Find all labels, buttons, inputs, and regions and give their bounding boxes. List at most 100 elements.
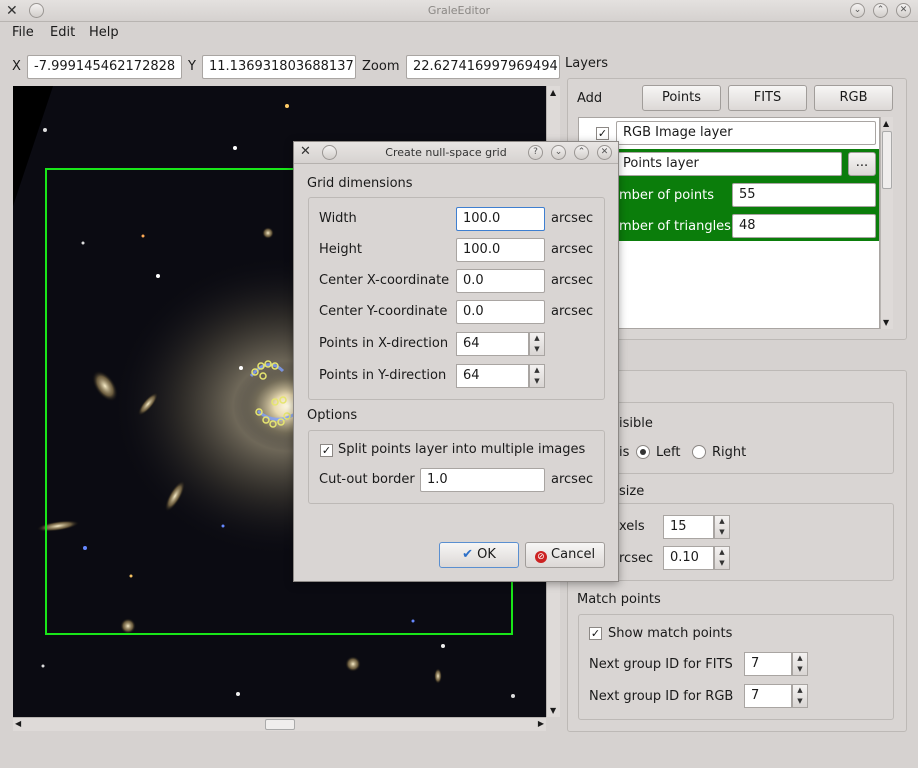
rgb-layer-visible-checkbox[interactable]: ✓	[596, 127, 609, 140]
next-group-rgb-label: Next group ID for RGB	[589, 689, 734, 704]
dialog-close-button[interactable]: ✕	[597, 145, 612, 160]
points-x-spin-arrows[interactable]: ▲ ▼	[529, 332, 545, 356]
points-y-value[interactable]: 64	[456, 364, 529, 388]
x-label: X	[12, 59, 21, 74]
ok-check-icon: ✔	[462, 547, 473, 562]
star	[285, 104, 289, 108]
points-y-spinbox[interactable]: 64 ▲ ▼	[456, 364, 545, 388]
x-coordinate-field[interactable]: -7.999145462172828	[27, 55, 182, 79]
star	[129, 574, 133, 578]
ok-button-label: OK	[477, 547, 496, 562]
image-horizontal-scrollbar[interactable]: ◀ ▶	[13, 717, 546, 731]
points-x-spinbox[interactable]: 64 ▲ ▼	[456, 332, 545, 356]
next-group-rgb-spinbox[interactable]: 7 ▲ ▼	[744, 684, 808, 708]
height-unit: arcsec	[551, 242, 594, 257]
galaxy	[434, 668, 442, 684]
height-label: Height	[319, 242, 362, 257]
add-points-button[interactable]: Points	[642, 85, 721, 111]
match-points-title: Match points	[577, 592, 661, 607]
arcsec-size-spinbox[interactable]: 0.10 ▲ ▼	[663, 546, 730, 570]
pixels-spin-arrows[interactable]: ▲ ▼	[714, 515, 730, 539]
right-radio[interactable]	[692, 445, 706, 459]
horizontal-scroll-thumb[interactable]	[265, 719, 295, 730]
add-rgb-button[interactable]: RGB	[814, 85, 893, 111]
points-x-value[interactable]: 64	[456, 332, 529, 356]
arcsec-size-value[interactable]: 0.10	[663, 546, 714, 570]
layers-scroll-down-arrow[interactable]: ▼	[883, 318, 889, 327]
maximize-button[interactable]: ⌃	[873, 3, 888, 18]
layers-scroll-thumb[interactable]	[882, 131, 892, 189]
dialog-minimize-button[interactable]: ⌄	[551, 145, 566, 160]
next-group-fits-value[interactable]: 7	[744, 652, 792, 676]
zoom-field[interactable]: 22.627416997969494	[406, 55, 560, 79]
num-triangles-field: 48	[732, 214, 876, 238]
width-label: Width	[319, 211, 357, 226]
left-radio[interactable]	[636, 445, 650, 459]
pixels-spinbox[interactable]: 15 ▲ ▼	[663, 515, 730, 539]
dialog-help-button[interactable]: ?	[528, 145, 543, 160]
star	[83, 546, 87, 550]
pixels-label: xels	[619, 519, 645, 534]
star	[43, 128, 47, 132]
center-y-label: Center Y-coordinate	[319, 304, 448, 319]
pixels-value[interactable]: 15	[663, 515, 714, 539]
scroll-left-arrow[interactable]: ◀	[15, 719, 21, 728]
num-points-label: mber of points	[619, 188, 714, 203]
star	[441, 644, 445, 648]
cancel-button[interactable]: ⊘ Cancel	[525, 542, 605, 568]
star	[221, 524, 225, 528]
show-match-points-label: Show match points	[608, 626, 733, 641]
show-match-points-checkbox[interactable]: ✓	[589, 627, 602, 640]
scroll-right-arrow[interactable]: ▶	[538, 719, 544, 728]
add-fits-button[interactable]: FITS	[728, 85, 807, 111]
points-layer-browse-button[interactable]: ...	[848, 152, 876, 176]
dialog-maximize-button[interactable]: ⌃	[574, 145, 589, 160]
width-unit: arcsec	[551, 211, 594, 226]
points-y-spin-arrows[interactable]: ▲ ▼	[529, 364, 545, 388]
visible-group	[578, 402, 894, 474]
center-y-unit: arcsec	[551, 304, 594, 319]
layers-scroll-up-arrow[interactable]: ▲	[883, 119, 889, 128]
cutout-border-label: Cut-out border	[319, 472, 415, 487]
scroll-down-arrow[interactable]: ▼	[550, 706, 556, 715]
center-y-input[interactable]: 0.0	[456, 300, 545, 324]
close-button[interactable]: ✕	[896, 3, 911, 18]
layers-list-scrollbar[interactable]: ▲ ▼	[880, 117, 893, 329]
next-group-fits-spinbox[interactable]: 7 ▲ ▼	[744, 652, 808, 676]
width-input[interactable]: 100.0	[456, 207, 545, 231]
next-fits-spin-arrows[interactable]: ▲ ▼	[792, 652, 808, 676]
rgb-layer-name-field[interactable]: RGB Image layer	[616, 121, 876, 145]
num-triangles-label: mber of triangles	[619, 219, 731, 234]
star	[81, 241, 85, 245]
galaxy	[262, 227, 274, 239]
num-points-field: 55	[732, 183, 876, 207]
menu-file[interactable]: File	[12, 25, 34, 40]
dialog-app-x-icon[interactable]: ✕	[300, 144, 311, 159]
points-layer-name-field[interactable]: Points layer	[616, 152, 842, 176]
window-titlebar: ✕ GraleEditor ⌄ ⌃ ✕	[0, 0, 918, 22]
menu-edit[interactable]: Edit	[50, 25, 75, 40]
split-points-checkbox[interactable]: ✓	[320, 444, 333, 457]
arcsec-spin-arrows[interactable]: ▲ ▼	[714, 546, 730, 570]
minimize-button[interactable]: ⌄	[850, 3, 865, 18]
star	[41, 664, 45, 668]
cutout-border-input[interactable]: 1.0	[420, 468, 545, 492]
add-label: Add	[577, 91, 603, 106]
menubar: File Edit Help	[0, 22, 918, 44]
ok-button[interactable]: ✔ OK	[439, 542, 519, 568]
center-x-input[interactable]: 0.0	[456, 269, 545, 293]
layers-header: Layers	[565, 56, 609, 71]
center-x-label: Center X-coordinate	[319, 273, 450, 288]
y-label: Y	[188, 59, 196, 74]
y-coordinate-field[interactable]: 11.136931803688137	[202, 55, 356, 79]
star	[156, 274, 160, 278]
menu-help[interactable]: Help	[89, 25, 119, 40]
next-rgb-spin-arrows[interactable]: ▲ ▼	[792, 684, 808, 708]
height-input[interactable]: 100.0	[456, 238, 545, 262]
star	[236, 692, 240, 696]
scroll-up-arrow[interactable]: ▲	[550, 88, 556, 97]
axis-label: is	[619, 445, 630, 460]
star	[511, 694, 515, 698]
next-group-rgb-value[interactable]: 7	[744, 684, 792, 708]
points-y-label: Points in Y-direction	[319, 368, 447, 383]
